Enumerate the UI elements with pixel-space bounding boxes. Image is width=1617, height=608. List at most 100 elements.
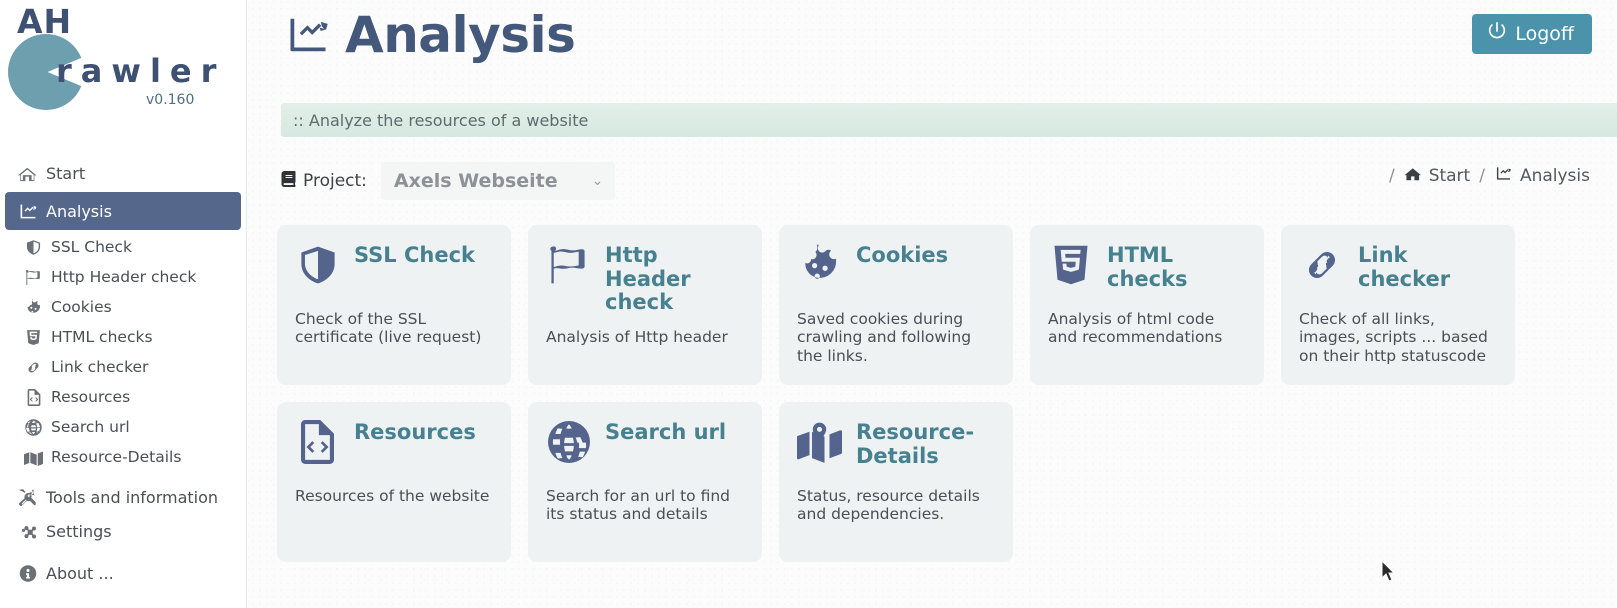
- page-subtitle-text: :: Analyze the resources of a website: [293, 110, 589, 130]
- card-search-url[interactable]: Search url Search for an url to find its…: [528, 402, 762, 562]
- page-header: Analysis Logoff: [247, 0, 1617, 78]
- globe-icon: [24, 418, 43, 436]
- sidebar-item-label: Cookies: [51, 298, 112, 316]
- page-title-text: Analysis: [345, 6, 576, 64]
- card-header: HTML checks: [1048, 241, 1246, 297]
- sidebar-item-label: Http Header check: [51, 268, 197, 286]
- html5-icon: [24, 328, 43, 346]
- card-header: Http Header check: [546, 241, 744, 315]
- card-header: SSL Check: [295, 241, 493, 297]
- logoff-button[interactable]: Logoff: [1472, 14, 1592, 54]
- sidebar-item-about[interactable]: About ...: [0, 556, 246, 590]
- breadcrumb-item-start[interactable]: Start: [1404, 166, 1471, 186]
- card-header: Resources: [295, 418, 493, 474]
- tools-icon: [17, 488, 38, 506]
- globe-icon: [546, 418, 591, 464]
- card-resource-details[interactable]: Resource-Details Status, resource detail…: [779, 402, 1013, 562]
- map-icon: [797, 418, 842, 464]
- card-row-1: SSL Check Check of the SSL certificate (…: [277, 225, 1617, 385]
- card-ssl-check[interactable]: SSL Check Check of the SSL certificate (…: [277, 225, 511, 385]
- card-resources[interactable]: Resources Resources of the website: [277, 402, 511, 562]
- card-http-header-check[interactable]: Http Header check Analysis of Http heade…: [528, 225, 762, 385]
- breadcrumb-label: Start: [1428, 166, 1471, 186]
- chart-line-icon: [285, 15, 331, 55]
- sidebar-item-label: Search url: [51, 418, 130, 436]
- page-subtitle-bar: :: Analyze the resources of a website: [281, 103, 1617, 137]
- version-label: v0.160: [146, 92, 195, 108]
- cookie-icon: [797, 241, 842, 287]
- card-title: Resources: [354, 420, 476, 444]
- app-logo[interactable]: AH rawler v0.160: [0, 0, 246, 122]
- card-header: Link checker: [1299, 241, 1497, 297]
- sidebar-item-label: HTML checks: [51, 328, 153, 346]
- sidebar-item-label: Resources: [51, 388, 131, 406]
- sidebar-item-analysis[interactable]: Analysis: [5, 192, 241, 230]
- card-link-checker[interactable]: Link checker Check of all links, images,…: [1281, 225, 1515, 385]
- card-title: Cookies: [856, 243, 949, 267]
- card-title: Http Header check: [605, 243, 691, 315]
- home-icon: [1404, 166, 1422, 186]
- card-cookies[interactable]: Cookies Saved cookies during crawling an…: [779, 225, 1013, 385]
- home-icon: [17, 164, 38, 182]
- map-icon: [24, 448, 43, 466]
- chart-line-icon: [17, 202, 38, 220]
- card-title: Resource-Details: [856, 420, 975, 468]
- card-description: Resources of the website: [295, 487, 490, 505]
- file-code-icon: [24, 388, 43, 406]
- card-description: Analysis of Http header: [546, 327, 728, 346]
- shield-icon: [24, 238, 43, 256]
- app-window: AH rawler v0.160 Start Analysis SSL Chec…: [0, 0, 1617, 608]
- project-select[interactable]: Axels Webseite ⌄: [380, 162, 616, 200]
- sidebar: AH rawler v0.160 Start Analysis SSL Chec…: [0, 0, 247, 608]
- card-title: HTML checks: [1107, 243, 1188, 291]
- shield-icon: [295, 241, 340, 287]
- card-description: Check of all links, images, scripts ... …: [1299, 310, 1488, 365]
- nav-divider-1: [0, 472, 246, 480]
- project-selected-value: Axels Webseite: [393, 170, 558, 192]
- sidebar-item-ssl-check[interactable]: SSL Check: [0, 232, 246, 262]
- sidebar-item-start[interactable]: Start: [0, 156, 246, 190]
- card-header: Resource-Details: [797, 418, 995, 474]
- sidebar-item-label: Resource-Details: [51, 448, 182, 466]
- flag-icon: [546, 241, 591, 287]
- logo-text-crawler: rawler: [56, 52, 226, 90]
- sidebar-item-settings[interactable]: Settings: [0, 514, 246, 548]
- sidebar-item-label: SSL Check: [51, 238, 132, 256]
- project-label: Project:: [303, 171, 367, 191]
- breadcrumb-separator: /: [1388, 166, 1395, 186]
- analysis-card-grid: SSL Check Check of the SSL certificate (…: [247, 225, 1617, 579]
- breadcrumb: / Start / Analysis: [1389, 166, 1590, 186]
- card-description: Saved cookies during crawling and follow…: [797, 310, 972, 365]
- card-description: Analysis of html code and recommendation…: [1048, 310, 1223, 347]
- sidebar-item-link-checker[interactable]: Link checker: [0, 352, 246, 382]
- sidebar-item-tools-and-information[interactable]: Tools and information: [0, 480, 246, 514]
- logoff-label: Logoff: [1515, 22, 1574, 45]
- sidebar-nav: Start Analysis SSL Check Http Header che…: [0, 122, 246, 590]
- main-content: Analysis Logoff :: Analyze the resources…: [247, 0, 1617, 608]
- sidebar-item-label: Settings: [46, 521, 112, 541]
- link-icon: [24, 358, 43, 376]
- sidebar-item-resource-details[interactable]: Resource-Details: [0, 442, 246, 472]
- sidebar-item-search-url[interactable]: Search url: [0, 412, 246, 442]
- card-html-checks[interactable]: HTML checks Analysis of html code and re…: [1030, 225, 1264, 385]
- sidebar-item-cookies[interactable]: Cookies: [0, 292, 246, 322]
- breadcrumb-item-analysis[interactable]: Analysis: [1494, 166, 1590, 186]
- sidebar-item-label: Tools and information: [46, 487, 219, 507]
- card-title: Search url: [605, 420, 727, 444]
- cookie-icon: [24, 298, 43, 316]
- sidebar-item-resources[interactable]: Resources: [0, 382, 246, 412]
- card-title: Link checker: [1358, 243, 1451, 291]
- breadcrumb-separator: /: [1479, 166, 1485, 186]
- project-selector-group: Project: Axels Webseite ⌄: [281, 162, 616, 200]
- project-row: Project: Axels Webseite ⌄ / Start / Anal…: [247, 152, 1617, 202]
- card-title: SSL Check: [354, 243, 476, 267]
- chevron-down-icon: ⌄: [591, 173, 604, 189]
- sidebar-item-http-header-check[interactable]: Http Header check: [0, 262, 246, 292]
- page-title: Analysis: [285, 6, 576, 64]
- breadcrumb-label: Analysis: [1519, 166, 1590, 186]
- sidebar-item-html-checks[interactable]: HTML checks: [0, 322, 246, 352]
- chart-line-icon: [1494, 166, 1513, 186]
- html5-icon: [1048, 241, 1093, 287]
- card-description: Status, resource details and dependencie…: [797, 487, 980, 524]
- card-description: Search for an url to find its status and…: [546, 487, 731, 524]
